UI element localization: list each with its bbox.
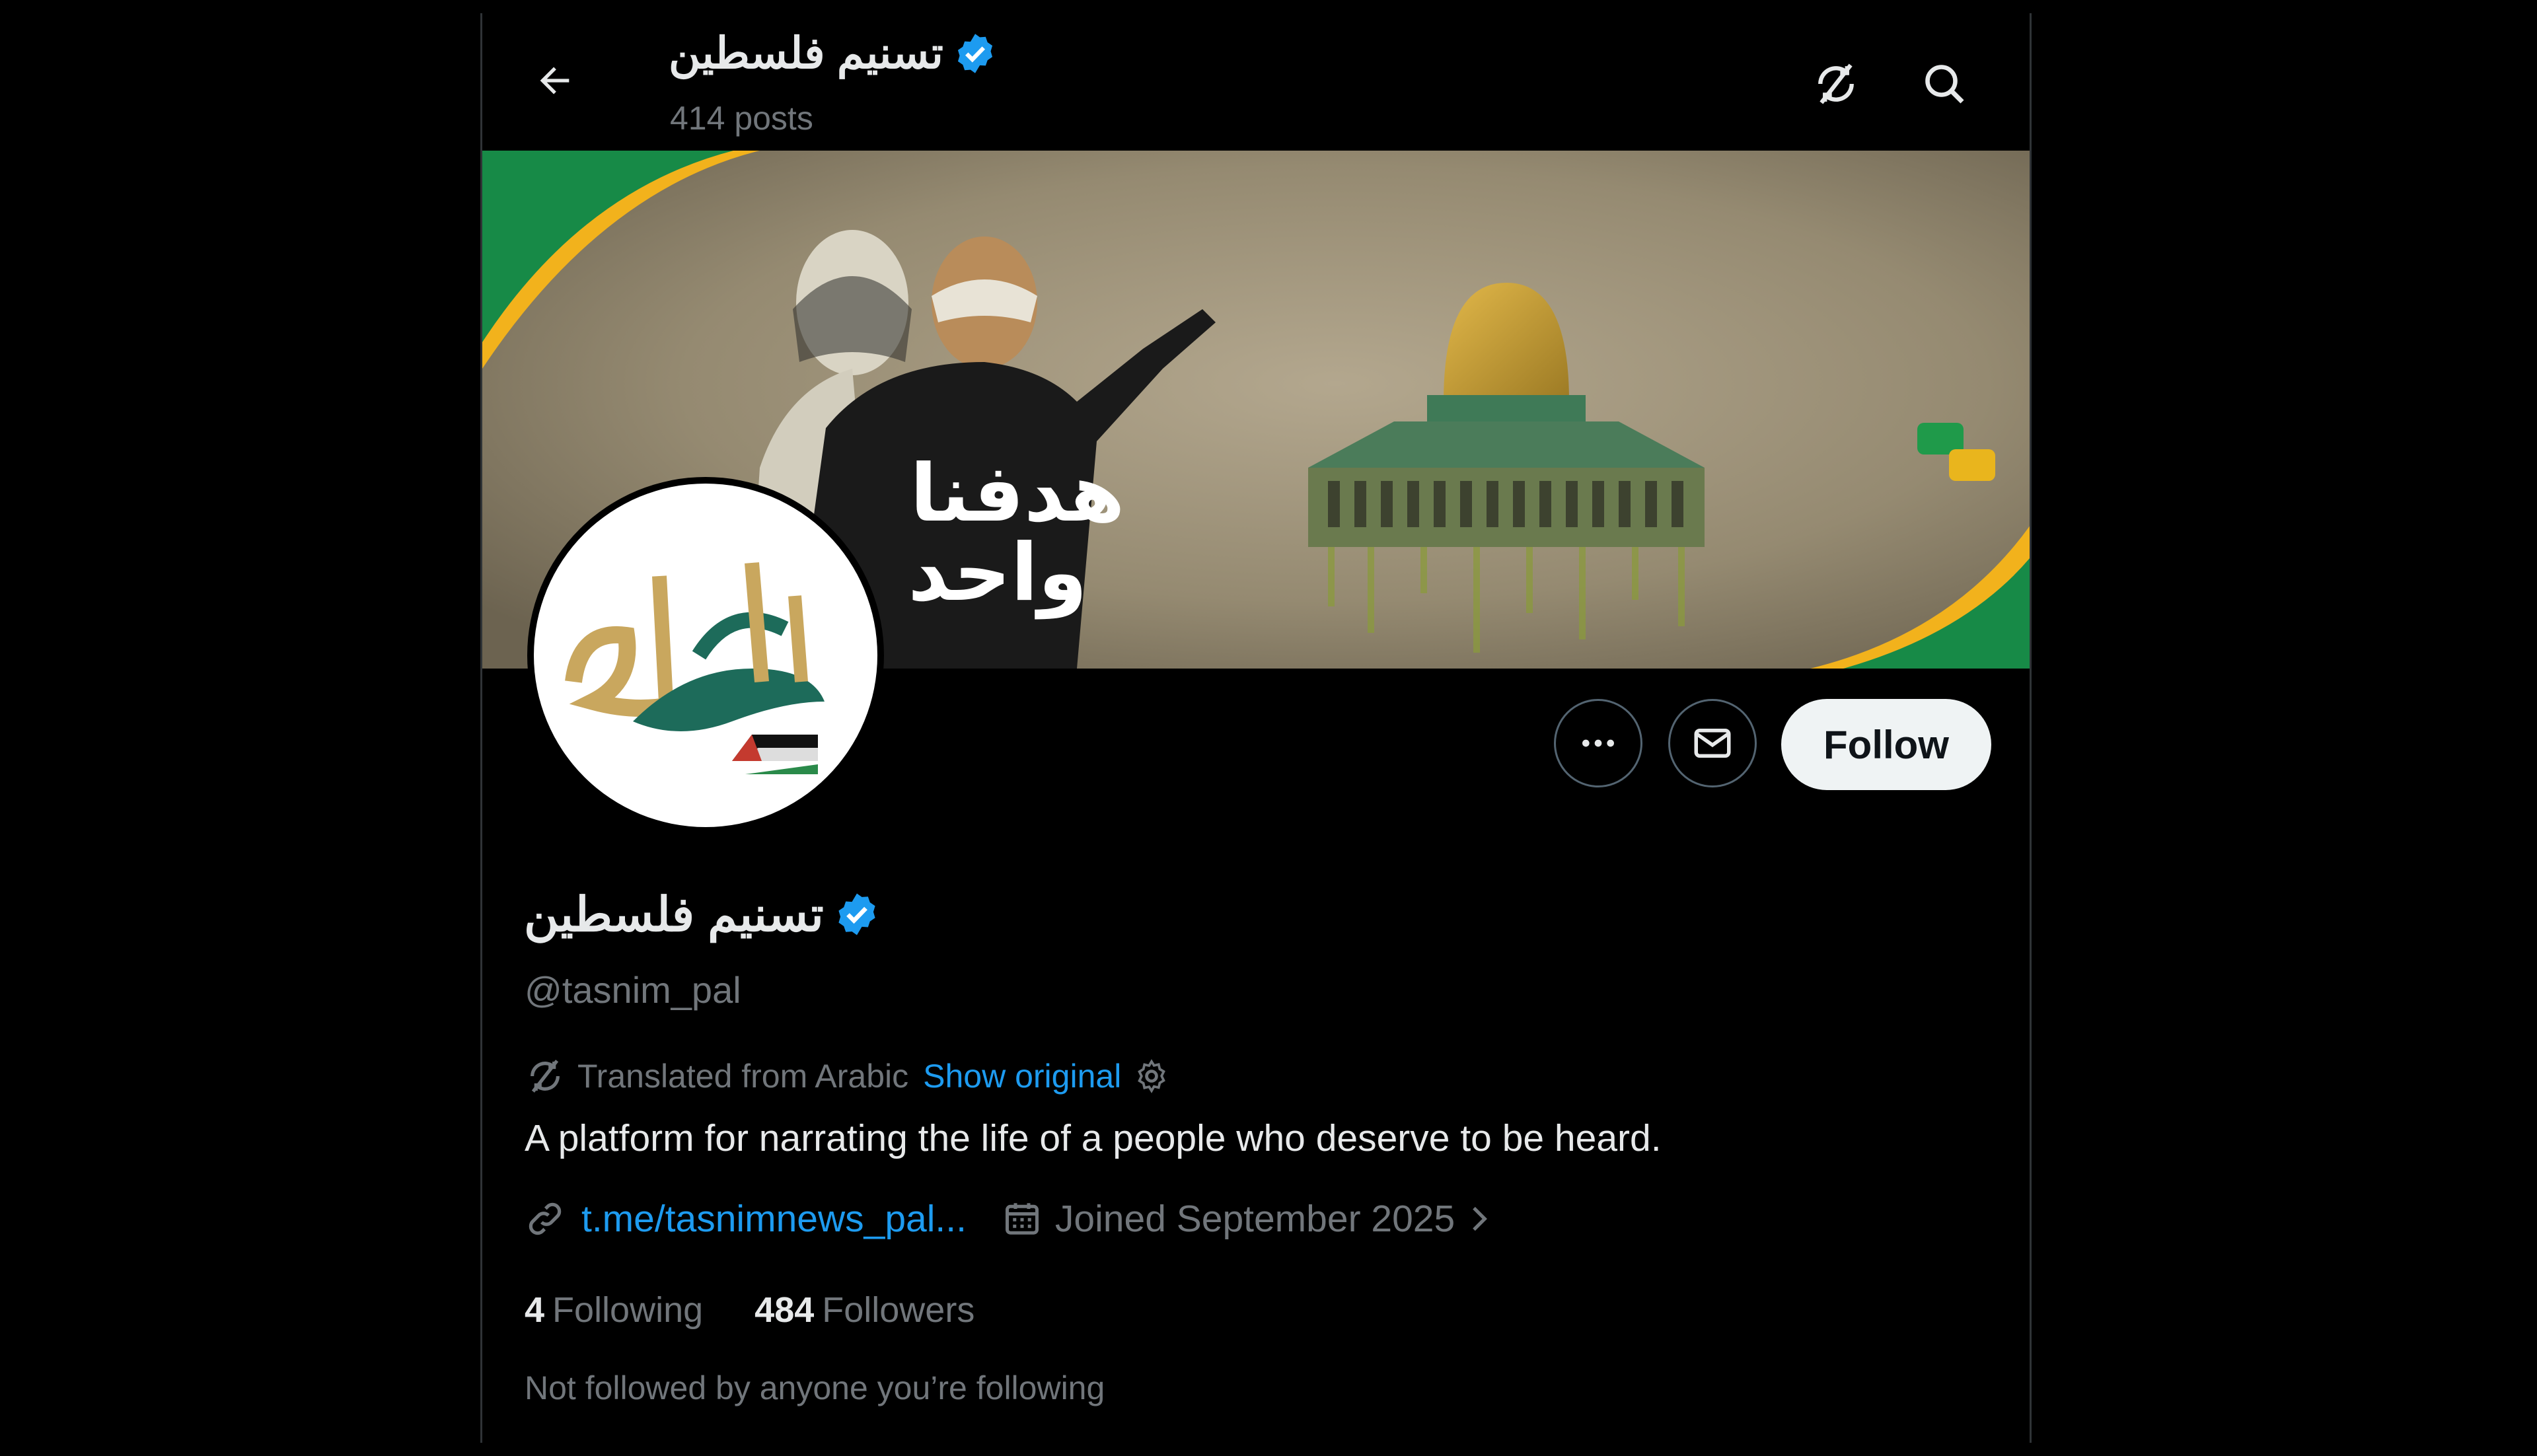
- header-name-text: تسنيم فلسطين: [669, 28, 943, 77]
- search-button[interactable]: [1915, 54, 1974, 114]
- chevron-right-icon[interactable]: [1460, 1200, 1497, 1237]
- profile-name-text: تسنيم فلسطين: [524, 889, 824, 941]
- translation-notice: Translated from Arabic Show original: [525, 1056, 1170, 1097]
- translate-toggle-button[interactable]: [1806, 54, 1866, 114]
- profile-name: تسنيم فلسطين: [524, 887, 881, 942]
- gear-icon[interactable]: [1133, 1058, 1170, 1095]
- avatar-image: [534, 484, 877, 827]
- verified-badge-icon[interactable]: [833, 891, 881, 938]
- back-button[interactable]: [529, 54, 581, 107]
- more-icon: [1582, 739, 1614, 747]
- profile-meta: t.me/tasnimnews_pal... Joined September …: [525, 1197, 1497, 1241]
- more-button[interactable]: [1554, 699, 1642, 787]
- profile-bio: A platform for narrating the life of a p…: [525, 1117, 1662, 1159]
- verified-badge-icon: [957, 33, 992, 73]
- following-stat[interactable]: 4 Following: [525, 1290, 703, 1330]
- not-followed-notice: Not followed by anyone you’re following: [525, 1369, 1105, 1406]
- followers-count: 484: [754, 1290, 815, 1330]
- back-arrow-icon: [540, 67, 570, 94]
- envelope-icon: [1694, 729, 1731, 758]
- profile-header-bar: تسنيم فلسطين 414 posts: [482, 13, 2030, 151]
- followers-label: Followers: [822, 1290, 975, 1330]
- following-count: 4: [525, 1290, 545, 1330]
- shirt-text-2: واحد: [908, 527, 1087, 620]
- following-label: Following: [552, 1290, 704, 1330]
- translated-label: Translated from Arabic: [577, 1058, 909, 1095]
- show-original-link[interactable]: Show original: [923, 1057, 1121, 1095]
- followers-stat[interactable]: 484 Followers: [754, 1290, 974, 1330]
- profile-column: تسنيم فلسطين 414 posts هدفنا واحد Follow…: [480, 13, 2032, 1443]
- post-count: 414 posts: [670, 100, 813, 137]
- joined-date: Joined September 2025: [1054, 1198, 1455, 1240]
- profile-handle: @tasnim_pal: [525, 969, 741, 1011]
- translate-off-icon: [531, 1060, 560, 1093]
- link-icon: [529, 1202, 562, 1235]
- shirt-text-1: هدفنا: [910, 448, 1124, 540]
- profile-url-link[interactable]: t.me/tasnimnews_pal...: [581, 1197, 967, 1241]
- follow-button[interactable]: Follow: [1781, 699, 1991, 790]
- search-icon: [1925, 65, 1964, 104]
- message-button[interactable]: [1668, 699, 1757, 787]
- follow-stats: 4 Following 484 Followers: [525, 1290, 974, 1330]
- header-title: تسنيم فلسطين: [669, 28, 998, 79]
- avatar[interactable]: [527, 477, 884, 834]
- calendar-icon: [1005, 1203, 1039, 1235]
- translate-off-icon: [1818, 63, 1854, 104]
